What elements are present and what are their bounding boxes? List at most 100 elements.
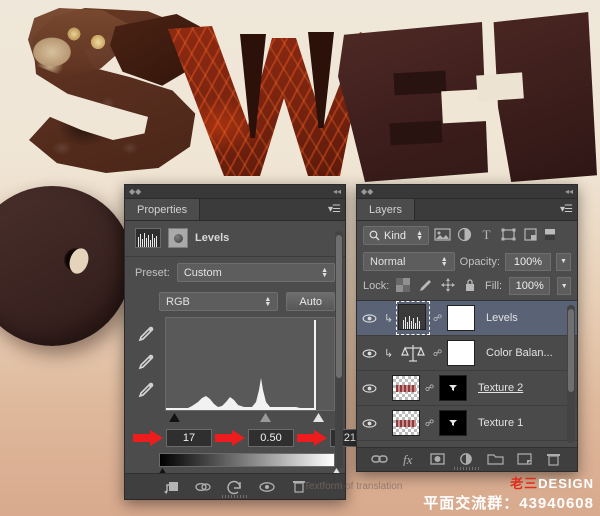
- tab-layers-label: Layers: [369, 203, 403, 216]
- layer-visibility-icon[interactable]: [359, 348, 379, 359]
- adjustment-title: Levels: [195, 232, 230, 244]
- delete-layer-icon[interactable]: [545, 452, 563, 468]
- panel-menu-icon[interactable]: ▾☰: [328, 199, 345, 220]
- new-adjustment-layer-icon[interactable]: [458, 452, 476, 468]
- input-gamma-slider: [260, 413, 271, 422]
- layer-visibility-icon[interactable]: [359, 313, 379, 324]
- layer-mask-thumbnail[interactable]: [447, 305, 475, 331]
- layer-visibility-icon[interactable]: [359, 383, 379, 394]
- tab-layers[interactable]: Layers: [357, 199, 416, 220]
- filter-toggle-icon[interactable]: [544, 227, 561, 244]
- watermark-group: 平面交流群：43940608: [423, 495, 594, 512]
- reset-icon[interactable]: [226, 479, 244, 495]
- set-gray-point-eyedropper[interactable]: [135, 353, 155, 371]
- channel-select[interactable]: RGB ▲ ▼: [159, 292, 279, 311]
- fill-field[interactable]: 100%: [509, 277, 551, 295]
- layer-name[interactable]: Color Balan...: [486, 347, 553, 359]
- set-white-point-eyedropper[interactable]: [135, 381, 155, 399]
- layer-row-texture-2[interactable]: ☍ Texture 2: [357, 371, 577, 406]
- translation-note: Textform of translation: [304, 481, 403, 492]
- input-white-slider: [313, 413, 324, 422]
- lock-position-icon[interactable]: [440, 277, 456, 295]
- input-gamma-field[interactable]: 0.50: [248, 429, 294, 447]
- layer-visibility-icon[interactable]: [359, 418, 379, 429]
- color-balance-adjustment-thumbnail[interactable]: [398, 343, 428, 363]
- link-mask-icon[interactable]: ☍: [433, 348, 442, 359]
- new-layer-icon[interactable]: [516, 452, 534, 468]
- levels-histogram-display[interactable]: [165, 317, 335, 411]
- letter-o-body: [0, 186, 132, 346]
- collapse-to-icons-icon[interactable]: ◂◂: [565, 187, 573, 196]
- levels-adjustment-thumbnail[interactable]: [398, 304, 426, 330]
- panel-drag-handle-icon[interactable]: ◆◆: [129, 187, 141, 196]
- auto-button[interactable]: Auto: [286, 292, 335, 311]
- layer-filter-row: Kind ▲ ▼ T: [357, 221, 577, 250]
- panel-drag-handle-icon[interactable]: ◆◆: [361, 187, 373, 196]
- clip-to-layer-icon[interactable]: [162, 479, 180, 495]
- filter-kind-select[interactable]: Kind ▲ ▼: [363, 226, 429, 245]
- layers-panel[interactable]: ◆◆ ◂◂ Layers ▾☰ Kind ▲ ▼ T Normal ▲ ▼ Op…: [356, 184, 578, 472]
- layer-list: ↳ ☍ Levels ↳ ☍ Color Balan... ☍ Texture …: [357, 300, 577, 441]
- link-mask-icon[interactable]: ☍: [425, 383, 434, 394]
- view-previous-state-icon[interactable]: [194, 479, 212, 495]
- blend-mode-select[interactable]: Normal ▲ ▼: [363, 252, 455, 271]
- tab-properties[interactable]: Properties: [125, 199, 201, 220]
- panel-menu-icon[interactable]: ▾☰: [560, 199, 577, 220]
- preset-select[interactable]: Custom ▲ ▼: [176, 263, 335, 282]
- letter-e-slot-upper: [393, 70, 447, 96]
- input-black-field[interactable]: 17: [166, 429, 212, 447]
- levels-histogram-icon: [135, 228, 161, 248]
- layer-name[interactable]: Levels: [486, 312, 518, 324]
- layer-row-texture-1[interactable]: ☍ Texture 1: [357, 406, 577, 441]
- panel-resize-grip[interactable]: [222, 495, 248, 498]
- filter-type-icon[interactable]: T: [478, 227, 495, 244]
- link-layers-icon[interactable]: [370, 452, 389, 468]
- panel-resize-grip[interactable]: [454, 467, 480, 470]
- link-mask-icon[interactable]: ☍: [433, 313, 442, 324]
- toggle-visibility-icon[interactable]: [258, 479, 276, 495]
- layer-mask-thumbnail[interactable]: [439, 410, 467, 436]
- set-black-point-eyedropper[interactable]: [135, 325, 155, 343]
- filter-adjustment-icon[interactable]: [456, 227, 473, 244]
- red-arrow-annotation-3: [297, 430, 327, 446]
- lock-image-pixels-icon[interactable]: [418, 278, 433, 295]
- layer-thumbnail[interactable]: [392, 410, 420, 436]
- layer-name[interactable]: Texture 1: [478, 417, 523, 429]
- fill-slider-toggle-icon[interactable]: ▼: [557, 277, 571, 295]
- channel-row: RGB ▲ ▼ Auto: [125, 288, 345, 317]
- filter-kind-label: Kind: [384, 229, 407, 242]
- new-group-icon[interactable]: [487, 452, 505, 468]
- link-mask-icon[interactable]: ☍: [425, 418, 434, 429]
- clipping-mask-indicator-icon: ↳: [384, 347, 394, 360]
- layer-mask-thumbnail[interactable]: [439, 375, 467, 401]
- chevron-updown-icon: ▲ ▼: [440, 255, 448, 268]
- letter-e-slot-lower: [389, 120, 443, 146]
- tab-properties-label: Properties: [137, 203, 188, 216]
- properties-panel[interactable]: ◆◆ ◂◂ Properties ▾☰ Levels Preset: Custo…: [124, 184, 376, 500]
- layer-mask-thumbnail[interactable]: [447, 340, 475, 366]
- properties-scrollbar[interactable]: [335, 231, 343, 469]
- opacity-field[interactable]: 100%: [505, 252, 551, 271]
- layer-name[interactable]: Texture 2: [478, 382, 523, 394]
- layers-scrollbar[interactable]: [567, 305, 575, 443]
- collapse-to-icons-icon[interactable]: ◂◂: [333, 187, 341, 196]
- layers-tabstrip: Layers ▾☰: [357, 199, 577, 221]
- lock-all-icon[interactable]: [463, 278, 478, 295]
- input-level-sliders[interactable]: [165, 413, 335, 425]
- lock-transparent-pixels-icon[interactable]: [396, 277, 411, 295]
- layer-row-color-balance[interactable]: ↳ ☍ Color Balan...: [357, 336, 577, 371]
- add-layer-style-icon[interactable]: fx: [400, 452, 418, 468]
- chevron-updown-icon: ▲ ▼: [264, 295, 272, 308]
- filter-pixel-icon[interactable]: [434, 227, 451, 244]
- layer-thumbnail[interactable]: [392, 375, 420, 401]
- search-icon: [369, 230, 380, 241]
- tabstrip-filler: [200, 199, 329, 220]
- layer-row-levels[interactable]: ↳ ☍ Levels: [357, 301, 577, 336]
- preset-value: Custom: [183, 266, 222, 279]
- filter-shape-icon[interactable]: [500, 227, 517, 244]
- opacity-slider-toggle-icon[interactable]: ▼: [556, 252, 571, 271]
- channel-value: RGB: [166, 295, 190, 308]
- preset-row: Preset: Custom ▲ ▼: [125, 257, 345, 288]
- filter-smartobject-icon[interactable]: [522, 227, 539, 244]
- add-layer-mask-icon[interactable]: [429, 452, 447, 468]
